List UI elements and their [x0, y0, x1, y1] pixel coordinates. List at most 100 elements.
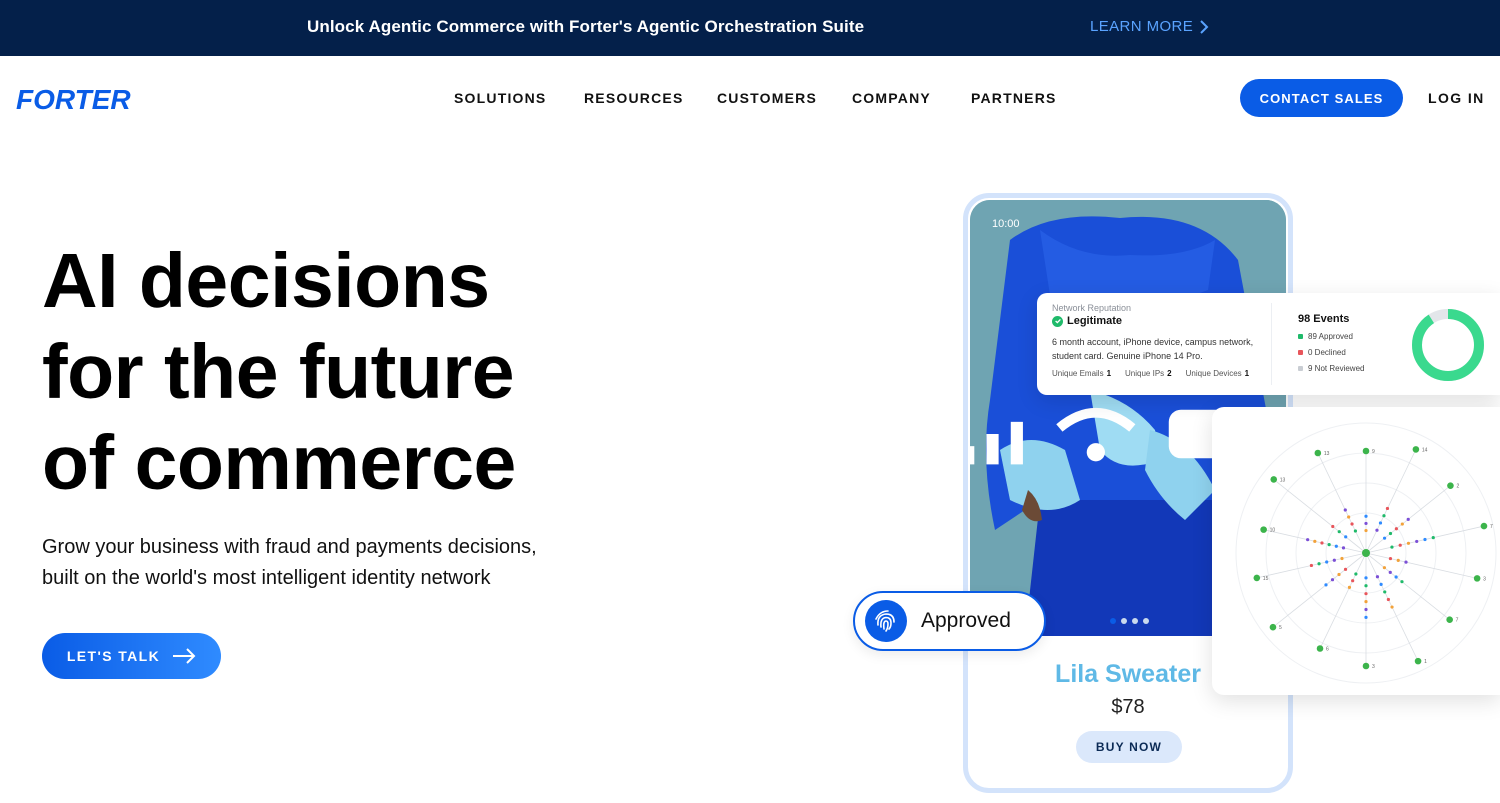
graph-signal-dot	[1385, 506, 1390, 511]
lets-talk-button[interactable]: LET'S TALK	[42, 633, 221, 679]
graph-edge	[1317, 452, 1367, 554]
carousel-dot[interactable]	[1121, 618, 1127, 624]
buy-now-button[interactable]: BUY NOW	[1076, 731, 1182, 763]
nav-company[interactable]: COMPANY	[852, 90, 931, 106]
graph-node-label: 13	[1280, 477, 1286, 483]
graph-signal-dot	[1375, 528, 1379, 532]
graph-signal-dot	[1351, 579, 1355, 583]
graph-signal-dot	[1353, 529, 1358, 533]
donut-approved-arc	[1412, 309, 1484, 381]
graph-node-label: 1	[1424, 659, 1427, 665]
graph-signal-dot	[1406, 541, 1411, 545]
chevron-right-icon	[1200, 19, 1209, 34]
graph-signal-dot	[1382, 566, 1387, 570]
graph-node	[1480, 522, 1488, 530]
graph-signal-dot	[1309, 563, 1314, 568]
graph-node-label: 10	[1270, 528, 1276, 534]
nav-customers[interactable]: CUSTOMERS	[717, 90, 817, 106]
nav-partners[interactable]: PARTNERS	[971, 90, 1057, 106]
graph-signal-dot	[1406, 517, 1410, 521]
graph-signal-dot	[1364, 576, 1368, 580]
graph-signal-dot	[1400, 522, 1404, 526]
carousel-dot[interactable]	[1132, 618, 1138, 624]
learn-more-label: LEARN MORE	[1090, 18, 1194, 35]
graph-signal-dot	[1378, 521, 1383, 525]
graph-signal-dot	[1388, 531, 1393, 536]
graph-signal-dot	[1343, 508, 1347, 512]
graph-signal-dot	[1343, 567, 1348, 571]
reputation-kicker: Network Reputation	[1052, 303, 1132, 313]
hero-subtitle-line: Grow your business with fraud and paymen…	[42, 536, 537, 558]
graph-node-label: 3	[1483, 576, 1486, 582]
graph-signal-dot	[1423, 537, 1427, 542]
graph-signal-dot	[1331, 524, 1335, 529]
graph-node-label: 6	[1326, 647, 1329, 653]
nav-resources[interactable]: RESOURCES	[584, 90, 683, 106]
graph-signal-dot	[1364, 615, 1368, 620]
graph-node-label: 9	[1372, 449, 1375, 455]
lets-talk-label: LET'S TALK	[66, 648, 161, 664]
forter-logo[interactable]: FORTER	[16, 84, 144, 114]
graph-node-label: 3	[1372, 664, 1375, 670]
graph-signal-dot	[1390, 605, 1394, 609]
graph-edge	[1319, 552, 1367, 649]
graph-signal-dot	[1306, 538, 1310, 542]
graph-node	[1362, 662, 1370, 670]
graph-node	[1253, 574, 1261, 582]
graph-signal-dot	[1317, 562, 1321, 566]
hero-subtitle-line: built on the world's most intelligent id…	[42, 567, 491, 589]
hero-title: AI decisions for the future of commerce	[42, 236, 602, 509]
graph-signal-dot	[1324, 583, 1328, 587]
product-price: $78	[1111, 696, 1145, 718]
logo-text: FORTER	[16, 84, 131, 114]
graph-node	[1412, 446, 1420, 453]
graph-signal-dot	[1313, 539, 1317, 543]
graph-node	[1473, 575, 1481, 582]
login-link[interactable]: LOG IN	[1428, 90, 1485, 106]
graph-signal-dot	[1364, 521, 1368, 526]
graph-signal-dot	[1382, 536, 1387, 540]
nav-solutions[interactable]: SOLUTIONS	[454, 90, 546, 106]
events-donut-chart	[1412, 309, 1484, 381]
network-reputation-card: Network Reputation Legitimate 6 month ac…	[1037, 293, 1500, 395]
hero-title-line: of commerce	[42, 420, 516, 506]
approved-badge: Approved	[853, 591, 1046, 651]
carousel-dots[interactable]	[1110, 618, 1149, 624]
graph-signal-dot	[1330, 578, 1335, 582]
graph-signal-dot	[1327, 542, 1331, 547]
identity-graph-card: 9 14 2 7 3 7 1 3 6 5 15 10 13 13	[1212, 407, 1500, 695]
graph-node	[1270, 476, 1278, 483]
graph-signal-dot	[1400, 580, 1404, 584]
stat-item: Unique Devices 1	[1185, 369, 1250, 378]
graph-node-label: 2	[1456, 484, 1459, 490]
graph-node	[1314, 449, 1322, 457]
graph-signal-dot	[1388, 556, 1393, 561]
announcement-text: Unlock Agentic Commerce with Forter's Ag…	[307, 17, 865, 36]
graph-node-label: 5	[1279, 625, 1282, 631]
graph-edge	[1365, 552, 1478, 579]
carousel-dot[interactable]	[1110, 618, 1116, 624]
legend-swatch	[1298, 350, 1303, 355]
graph-signal-dot	[1364, 528, 1368, 533]
graph-node-label: 7	[1456, 618, 1459, 624]
graph-node-label: 14	[1422, 447, 1428, 453]
stat-item: Unique IPs 2	[1125, 369, 1172, 378]
fingerprint-icon	[865, 600, 907, 642]
graph-signal-dot	[1340, 556, 1344, 561]
graph-signal-dot	[1334, 544, 1338, 548]
learn-more-link[interactable]: LEARN MORE	[1090, 18, 1209, 35]
graph-signal-dot	[1383, 590, 1387, 594]
graph-signal-dot	[1398, 543, 1402, 547]
contact-sales-button[interactable]: CONTACT SALES	[1240, 79, 1403, 117]
hero-subtitle: Grow your business with fraud and paymen…	[42, 532, 602, 594]
carousel-dot[interactable]	[1143, 618, 1149, 624]
graph-signal-dot	[1337, 572, 1341, 577]
event-row: 89 Approved	[1298, 332, 1353, 341]
graph-node	[1446, 616, 1453, 624]
divider	[1271, 303, 1272, 385]
graph-signal-dot	[1347, 585, 1352, 589]
hero-title-line: AI decisions	[42, 238, 490, 324]
reputation-status: Legitimate	[1052, 315, 1122, 327]
graph-node	[1362, 447, 1370, 455]
graph-signal-dot	[1396, 558, 1400, 562]
